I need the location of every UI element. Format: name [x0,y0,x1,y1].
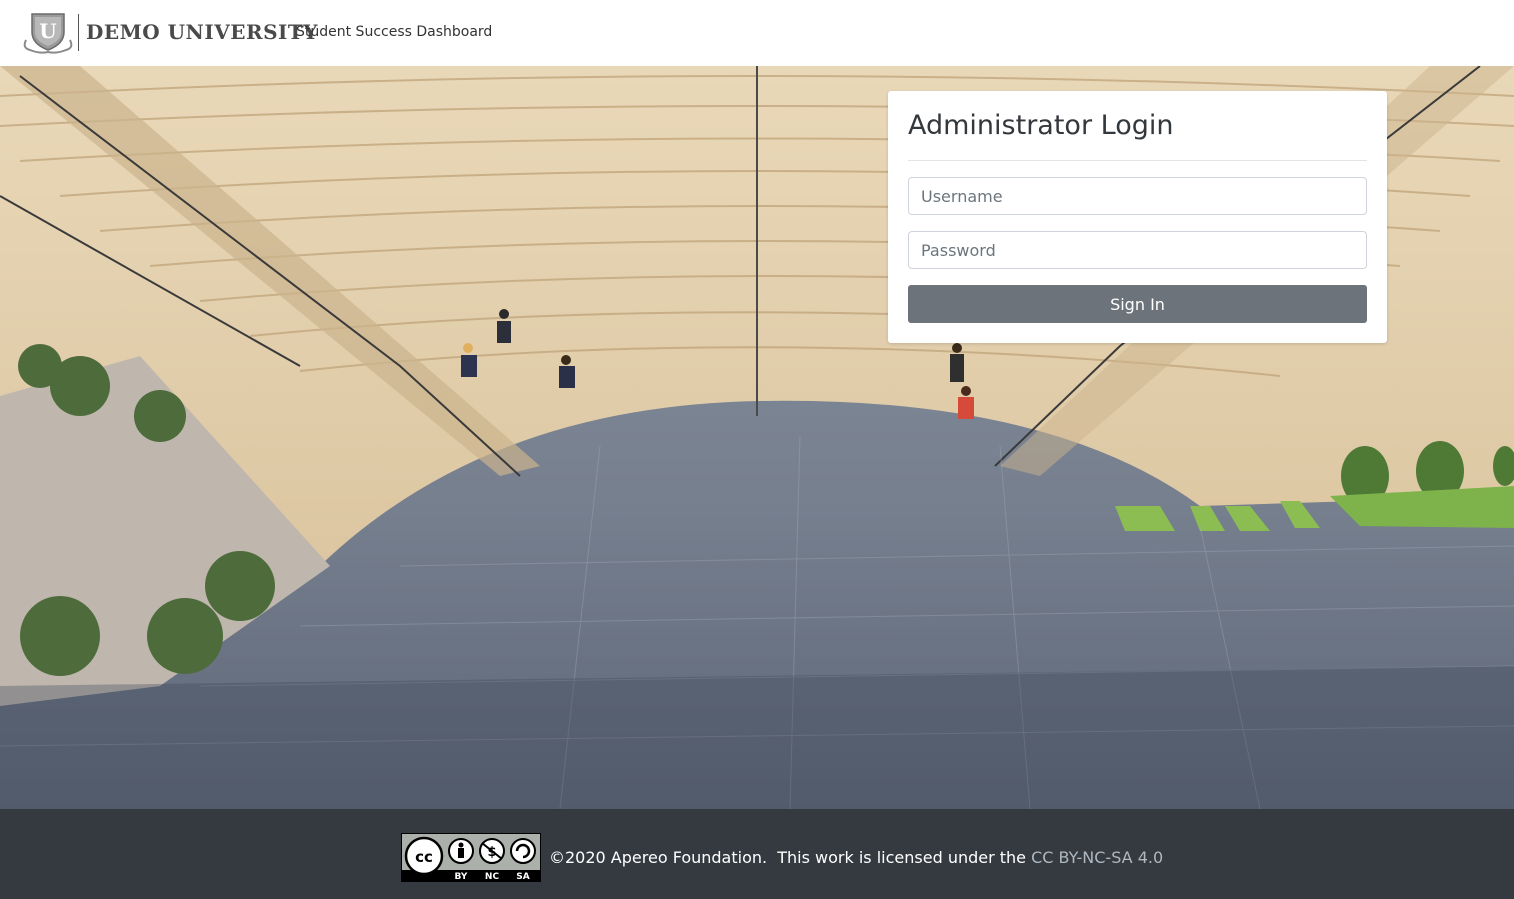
cc-nc-label: NC [485,872,500,881]
license-link[interactable]: CC BY-NC-SA 4.0 [1031,848,1163,867]
cc-sa-label: SA [516,872,529,881]
brand-divider [78,14,79,51]
sign-in-button[interactable]: Sign In [908,285,1367,323]
password-input[interactable] [908,231,1367,269]
footer-copyright: ©2020 Apereo Foundation. This work is li… [549,848,1163,867]
username-input[interactable] [908,177,1367,215]
cc-license-badge-icon[interactable]: cc $ BY NC SA [401,833,541,882]
app-subtitle: Student Success Dashboard [296,24,493,40]
login-divider [908,160,1367,161]
brand-name[interactable]: DEMO UNIVERSITY [86,20,318,44]
page-footer: cc $ BY NC SA ©2020 Apereo Foundation. T… [0,809,1514,899]
login-card: Administrator Login Sign In [888,91,1387,343]
login-title: Administrator Login [908,110,1174,141]
university-shield-logo[interactable]: U [22,10,74,54]
copyright-text: ©2020 Apereo Foundation. This work is li… [549,848,1032,867]
cc-by-label: BY [455,872,468,881]
svg-text:cc: cc [415,848,433,866]
logo-letter: U [39,19,56,43]
top-header: U DEMO UNIVERSITY Student Success Dashbo… [0,0,1514,66]
